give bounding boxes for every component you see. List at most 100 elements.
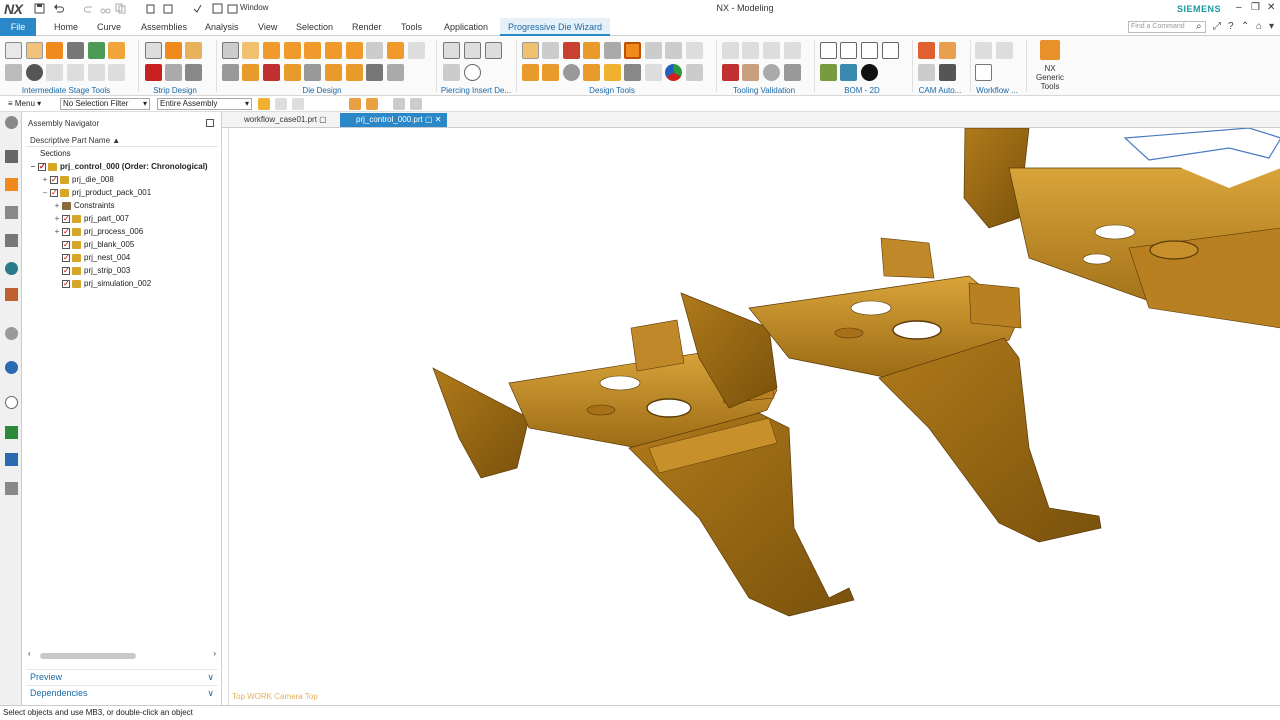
tab-selection[interactable]: Selection bbox=[296, 18, 333, 36]
visibility-checkbox[interactable] bbox=[50, 173, 58, 186]
strip-tool-5-icon[interactable] bbox=[165, 64, 182, 81]
visibility-checkbox[interactable] bbox=[50, 186, 58, 199]
system-scenes-icon[interactable] bbox=[5, 426, 18, 439]
tab-application[interactable]: Application bbox=[444, 18, 488, 36]
settings-icon[interactable]: ▾ bbox=[1269, 21, 1274, 32]
tab-pin-icon[interactable]: ▢ bbox=[425, 115, 433, 124]
tree-row-simulation[interactable]: prj_simulation_002 bbox=[52, 277, 151, 290]
group-cam-auto[interactable]: CAM Auto... bbox=[912, 86, 968, 95]
die-tool-17-icon[interactable] bbox=[346, 64, 363, 81]
tree-row-blank[interactable]: prj_blank_005 bbox=[52, 238, 134, 251]
web-browser-icon[interactable] bbox=[5, 262, 18, 275]
die-tool-5-icon[interactable] bbox=[304, 42, 321, 59]
nx-generic-tools-label[interactable]: NX Generic Tools bbox=[1030, 64, 1070, 91]
group-bom-2d[interactable]: BOM - 2D bbox=[818, 86, 906, 95]
close-icon[interactable]: ✕ bbox=[1267, 2, 1275, 13]
expand-icon[interactable]: + bbox=[40, 173, 50, 186]
strip-tool-1-icon[interactable] bbox=[145, 42, 162, 59]
maximize-icon[interactable] bbox=[206, 119, 214, 127]
select-tool-1-icon[interactable] bbox=[258, 98, 270, 110]
group-intermediate-stage-tools[interactable]: Intermediate Stage Tools bbox=[10, 86, 122, 95]
cam-tool-3-icon[interactable] bbox=[918, 64, 935, 81]
group-design-tools[interactable]: Design Tools bbox=[522, 86, 702, 95]
select-tool-3-icon[interactable] bbox=[292, 98, 304, 110]
design-tool-4-icon[interactable] bbox=[583, 42, 600, 59]
3d-model-view[interactable] bbox=[229, 127, 1280, 705]
nx-generic-tools-icon[interactable] bbox=[1040, 40, 1060, 60]
tree-row-sections[interactable]: Sections bbox=[30, 147, 71, 160]
design-tool-13-icon[interactable] bbox=[583, 64, 600, 81]
design-tool-12-icon[interactable] bbox=[563, 64, 580, 81]
expand-icon[interactable]: + bbox=[52, 199, 62, 212]
help-icon[interactable]: ? bbox=[1228, 21, 1234, 32]
stage-tool-10-icon[interactable] bbox=[67, 64, 84, 81]
document-tab-control[interactable]: prj_control_000.prt ▢ ✕ bbox=[340, 113, 448, 127]
stage-tool-2-icon[interactable] bbox=[26, 42, 43, 59]
collapse-icon[interactable]: – bbox=[40, 186, 50, 199]
design-tool-17-icon[interactable] bbox=[665, 64, 682, 81]
stage-tool-12-icon[interactable] bbox=[108, 64, 125, 81]
fullscreen-icon[interactable]: ⤢ bbox=[1213, 21, 1221, 32]
select-tool-5-icon[interactable] bbox=[366, 98, 378, 110]
validation-tool-4-icon[interactable] bbox=[784, 42, 801, 59]
graphics-window[interactable]: Top WORK Camera Top bbox=[228, 127, 1280, 705]
mold-wizard-icon[interactable] bbox=[5, 453, 18, 466]
menu-button[interactable]: ≡ Menu ▾ bbox=[8, 99, 41, 108]
tab-progressive-die-wizard[interactable]: Progressive Die Wizard bbox=[500, 18, 611, 36]
group-workflow[interactable]: Workflow ... bbox=[970, 86, 1024, 95]
preview-panel[interactable]: Preview ∨ bbox=[26, 669, 218, 683]
reuse-library-icon[interactable] bbox=[5, 206, 18, 219]
design-tool-11-icon[interactable] bbox=[542, 64, 559, 81]
strip-tool-3-icon[interactable] bbox=[185, 42, 202, 59]
stage-tool-7-icon[interactable] bbox=[5, 64, 22, 81]
tree-row-part[interactable]: + prj_part_007 bbox=[52, 212, 129, 225]
tab-analysis[interactable]: Analysis bbox=[205, 18, 239, 36]
tab-close-icon[interactable]: ✕ bbox=[435, 115, 442, 124]
die-tool-13-icon[interactable] bbox=[263, 64, 280, 81]
validation-tool-6-icon[interactable] bbox=[742, 64, 759, 81]
bom-tool-3-icon[interactable] bbox=[861, 42, 878, 59]
tab-home[interactable]: Home bbox=[54, 18, 78, 36]
bom-tool-5-icon[interactable] bbox=[820, 64, 837, 81]
visibility-checkbox[interactable] bbox=[62, 225, 70, 238]
validation-tool-3-icon[interactable] bbox=[763, 42, 780, 59]
scroll-right-icon[interactable]: › bbox=[213, 649, 216, 658]
design-tool-5-icon[interactable] bbox=[604, 42, 621, 59]
workflow-tool-1-icon[interactable] bbox=[975, 42, 992, 59]
roles-icon[interactable] bbox=[5, 396, 18, 409]
design-tool-9-icon[interactable] bbox=[686, 42, 703, 59]
scroll-left-icon[interactable]: ‹ bbox=[28, 649, 31, 658]
validation-tool-2-icon[interactable] bbox=[742, 42, 759, 59]
design-tool-14-icon[interactable] bbox=[604, 64, 621, 81]
ribbon-collapse-icon[interactable]: ⌃ bbox=[1241, 21, 1249, 32]
selection-filter-dropdown[interactable]: No Selection Filter bbox=[60, 98, 150, 110]
stage-tool-3-icon[interactable] bbox=[46, 42, 63, 59]
tree-row-constraints[interactable]: + Constraints bbox=[52, 199, 115, 212]
tab-tools[interactable]: Tools bbox=[401, 18, 422, 36]
stage-tool-4-icon[interactable] bbox=[67, 42, 84, 59]
die-tool-2-icon[interactable] bbox=[242, 42, 259, 59]
die-tool-9-icon[interactable] bbox=[387, 42, 404, 59]
select-tool-7-icon[interactable] bbox=[410, 98, 422, 110]
workflow-tool-2-icon[interactable] bbox=[996, 42, 1013, 59]
design-tool-2-icon[interactable] bbox=[542, 42, 559, 59]
design-tool-7-icon[interactable] bbox=[645, 42, 662, 59]
strip-tool-2-icon[interactable] bbox=[165, 42, 182, 59]
tree-row-product-pack[interactable]: – prj_product_pack_001 bbox=[40, 186, 151, 199]
cam-tool-1-icon[interactable] bbox=[918, 42, 935, 59]
group-piercing-insert[interactable]: Piercing Insert De... bbox=[438, 86, 514, 95]
tab-view[interactable]: View bbox=[258, 18, 277, 36]
stage-tool-11-icon[interactable] bbox=[88, 64, 105, 81]
validation-tool-5-icon[interactable] bbox=[722, 64, 739, 81]
bom-tool-4-icon[interactable] bbox=[882, 42, 899, 59]
cam-tool-2-icon[interactable] bbox=[939, 42, 956, 59]
validation-tool-1-icon[interactable] bbox=[722, 42, 739, 59]
tree-row-nest[interactable]: prj_nest_004 bbox=[52, 251, 130, 264]
visibility-checkbox[interactable] bbox=[38, 160, 46, 173]
design-tool-18-icon[interactable] bbox=[686, 64, 703, 81]
tab-file[interactable]: File bbox=[0, 18, 36, 36]
minimize-icon[interactable]: – bbox=[1236, 2, 1242, 13]
visibility-checkbox[interactable] bbox=[62, 277, 70, 290]
design-tool-15-icon[interactable] bbox=[624, 64, 641, 81]
stage-tool-6-icon[interactable] bbox=[108, 42, 125, 59]
